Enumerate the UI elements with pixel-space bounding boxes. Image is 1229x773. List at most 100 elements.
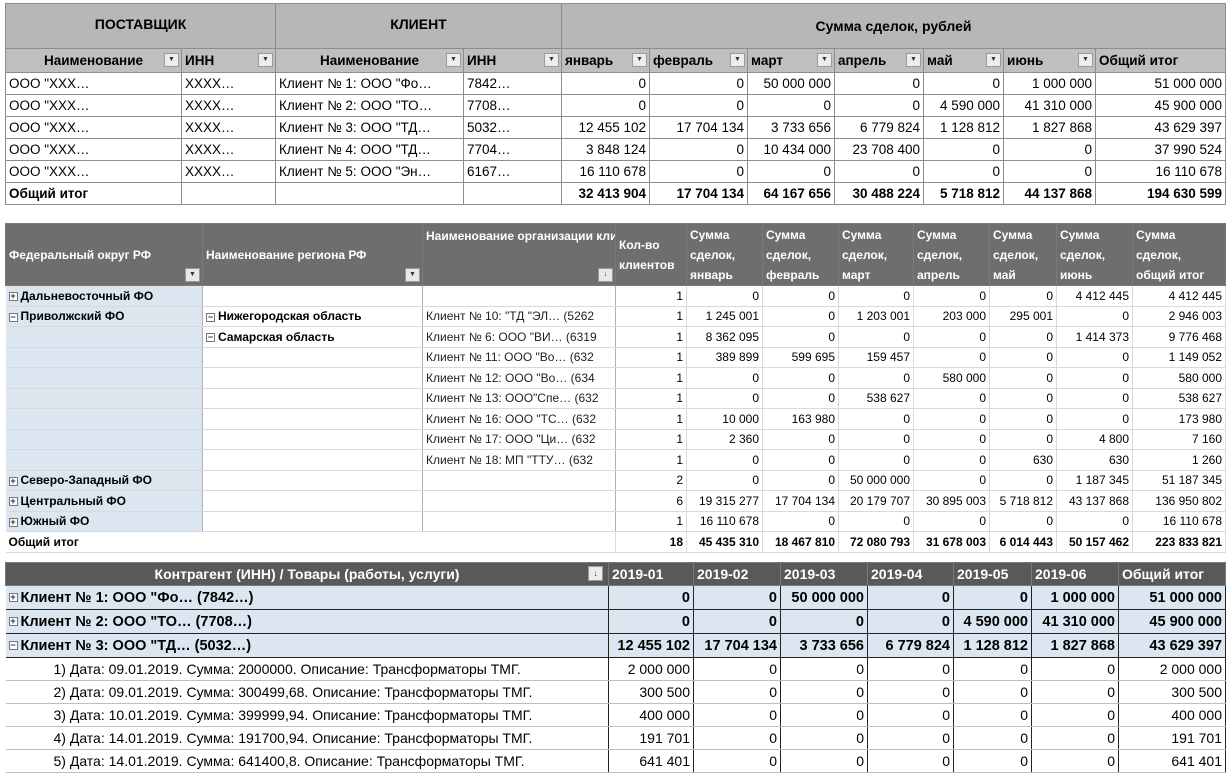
- deal-value-cell: 0: [1031, 726, 1119, 750]
- filter-dropdown-icon[interactable]: ▼: [185, 268, 200, 282]
- table-cell: 0: [747, 94, 836, 117]
- sort-descending-icon[interactable]: ↓: [598, 268, 613, 282]
- pivot-column-header-0: Федеральный округ РФ ▼: [5, 223, 203, 286]
- pivot-value-cell: 0: [1056, 388, 1133, 409]
- collapse-minus-icon[interactable]: −: [8, 641, 18, 651]
- expand-plus-icon[interactable]: +: [8, 476, 18, 486]
- region-label: Самарская область: [218, 329, 335, 344]
- table-cell: 0: [649, 160, 749, 183]
- pivot-value-cell: 0: [989, 511, 1057, 532]
- collapse-minus-icon[interactable]: −: [206, 333, 215, 343]
- total-cell: [275, 182, 465, 205]
- filter-dropdown-icon[interactable]: ▼: [164, 53, 179, 67]
- column-header-5: февраль ▼: [649, 48, 749, 73]
- expand-plus-icon[interactable]: +: [8, 517, 18, 527]
- counterparty-name-cell: + Клиент № 2: ООО "ТО… (7708…): [5, 609, 609, 634]
- pivot-value-cell: 0: [686, 367, 763, 389]
- pivot-value-cell: 0: [913, 408, 990, 430]
- counterparty-name-cell: − Клиент № 3: ООО "ТД… (5032…): [5, 633, 609, 658]
- pivot-value-cell: 0: [762, 449, 839, 471]
- pivot-value-cell: 136 950 802: [1132, 490, 1226, 512]
- table-cell: Клиент № 3: ООО "ТД…: [275, 116, 465, 139]
- counterparty-column-header-label: 2019-01: [612, 566, 664, 582]
- pivot-value-cell: 0: [913, 511, 990, 532]
- federal-district-cell: + Северо-Западный ФО: [5, 470, 203, 491]
- client-organization-cell: Клиент № 11: ООО "Во… (632: [422, 347, 616, 368]
- collapse-minus-icon[interactable]: −: [206, 312, 215, 322]
- pivot-value-cell: 0: [838, 408, 914, 430]
- group-header-client: КЛИЕНТ: [275, 3, 563, 49]
- counterparty-value-cell: 0: [867, 585, 954, 610]
- counterparty-pivot-table: Контрагент (ИНН) / Товары (работы, услуг…: [5, 562, 1226, 773]
- counterparty-value-cell: 0: [608, 609, 694, 634]
- table-cell: 7842…: [463, 72, 563, 95]
- filter-dropdown-icon[interactable]: ▼: [817, 53, 833, 67]
- counterparty-column-header-4: 2019-04: [867, 562, 954, 586]
- pivot-value-cell: 51 187 345: [1132, 470, 1226, 491]
- expand-plus-icon[interactable]: +: [8, 593, 18, 603]
- column-header-0: Наименование ▼: [5, 48, 182, 73]
- federal-district-cell: [5, 367, 203, 389]
- table-cell: 16 110 678: [1095, 160, 1227, 183]
- column-header-label: апрель: [838, 53, 887, 68]
- pivot-value-cell: 1: [615, 285, 687, 307]
- column-header-6: март ▼: [747, 48, 836, 73]
- deal-value-cell: 0: [867, 703, 954, 727]
- table-cell: Клиент № 2: ООО "ТО…: [275, 94, 465, 117]
- table-row: ООО "XXX… XXXX… Клиент № 3: ООО "ТД… 5032… 1…: [5, 116, 1227, 139]
- expand-plus-icon[interactable]: +: [8, 292, 18, 302]
- table-cell: 5032…: [463, 116, 563, 139]
- table-cell: ООО "XXX…: [5, 94, 182, 117]
- pivot-value-cell: 9 776 468: [1132, 326, 1226, 348]
- pivot-column-header-1: Наименование региона РФ ▼: [202, 223, 423, 286]
- client-organization-cell: Клиент № 13: ООО"Спе… (632: [422, 388, 616, 409]
- filter-dropdown-icon[interactable]: ▼: [986, 53, 1002, 67]
- pivot-value-cell: 0: [762, 367, 839, 389]
- counterparty-value-cell: 17 704 134: [693, 633, 781, 658]
- sort-descending-icon[interactable]: ↓: [588, 566, 603, 581]
- deal-description-cell: 5) Дата: 14.01.2019. Сумма: 641400,8. Оп…: [5, 749, 609, 773]
- deal-value-cell: 0: [1031, 657, 1119, 681]
- pivot-value-cell: 295 001: [989, 306, 1057, 327]
- filter-dropdown-icon[interactable]: ▼: [1078, 53, 1094, 67]
- counterparty-value-cell: 41 310 000: [1031, 609, 1119, 634]
- pivot-value-cell: 1 187 345: [1056, 470, 1133, 491]
- filter-dropdown-icon[interactable]: ▼: [446, 53, 462, 67]
- pivot-value-cell: 0: [762, 388, 839, 409]
- expand-plus-icon[interactable]: +: [8, 617, 18, 627]
- table-cell: 51 000 000: [1095, 72, 1227, 95]
- table-cell: 0: [561, 72, 651, 95]
- group-header-deal-sum: Сумма сделок, рублей: [561, 3, 1227, 49]
- federal-district-cell: − Приволжский ФО: [5, 306, 203, 327]
- collapse-minus-icon[interactable]: −: [8, 312, 18, 322]
- deal-value-cell: 641 401: [1118, 749, 1226, 773]
- table-cell: 6 779 824: [834, 116, 925, 139]
- filter-dropdown-icon[interactable]: ▼: [730, 53, 746, 67]
- deal-value-cell: 0: [780, 726, 868, 750]
- federal-district-label: Дальневосточный ФО: [20, 288, 154, 303]
- counterparty-column-header-7: Общий итог: [1118, 562, 1226, 586]
- filter-dropdown-icon[interactable]: ▼: [544, 53, 560, 67]
- filter-dropdown-icon[interactable]: ▼: [405, 268, 420, 282]
- total-cell: 30 488 224: [834, 182, 925, 205]
- pivot-value-cell: 538 627: [1132, 388, 1226, 409]
- counterparty-column-header-label: 2019-04: [871, 566, 923, 582]
- deal-value-cell: 0: [693, 749, 781, 773]
- deal-value-cell: 0: [780, 703, 868, 727]
- pivot-total-cell: 72 080 793: [838, 531, 914, 553]
- expand-plus-icon[interactable]: +: [8, 497, 18, 507]
- filter-dropdown-icon[interactable]: ▼: [258, 53, 274, 67]
- filter-dropdown-icon[interactable]: ▼: [632, 53, 648, 67]
- counterparty-value-cell: 43 629 397: [1118, 633, 1226, 658]
- table-cell: 0: [834, 72, 925, 95]
- counterparty-value-cell: 1 000 000: [1031, 585, 1119, 610]
- pivot-row: Клиент № 17: ООО "Ци… (632 1 2 360 0 0 0 0 4 80…: [5, 429, 1226, 450]
- column-header-1: ИНН ▼: [180, 48, 277, 73]
- pivot-value-cell: 599 695: [762, 347, 839, 368]
- pivot-row: Клиент № 13: ООО"Спе… (632 1 0 0 538 627 0 0 0 5…: [5, 388, 1226, 409]
- pivot-value-cell: 6: [615, 490, 687, 512]
- pivot-value-cell: 1: [615, 429, 687, 450]
- column-header-4: январь ▼: [561, 48, 651, 73]
- filter-dropdown-icon[interactable]: ▼: [906, 53, 922, 67]
- federal-district-cell: + Южный ФО: [5, 511, 203, 532]
